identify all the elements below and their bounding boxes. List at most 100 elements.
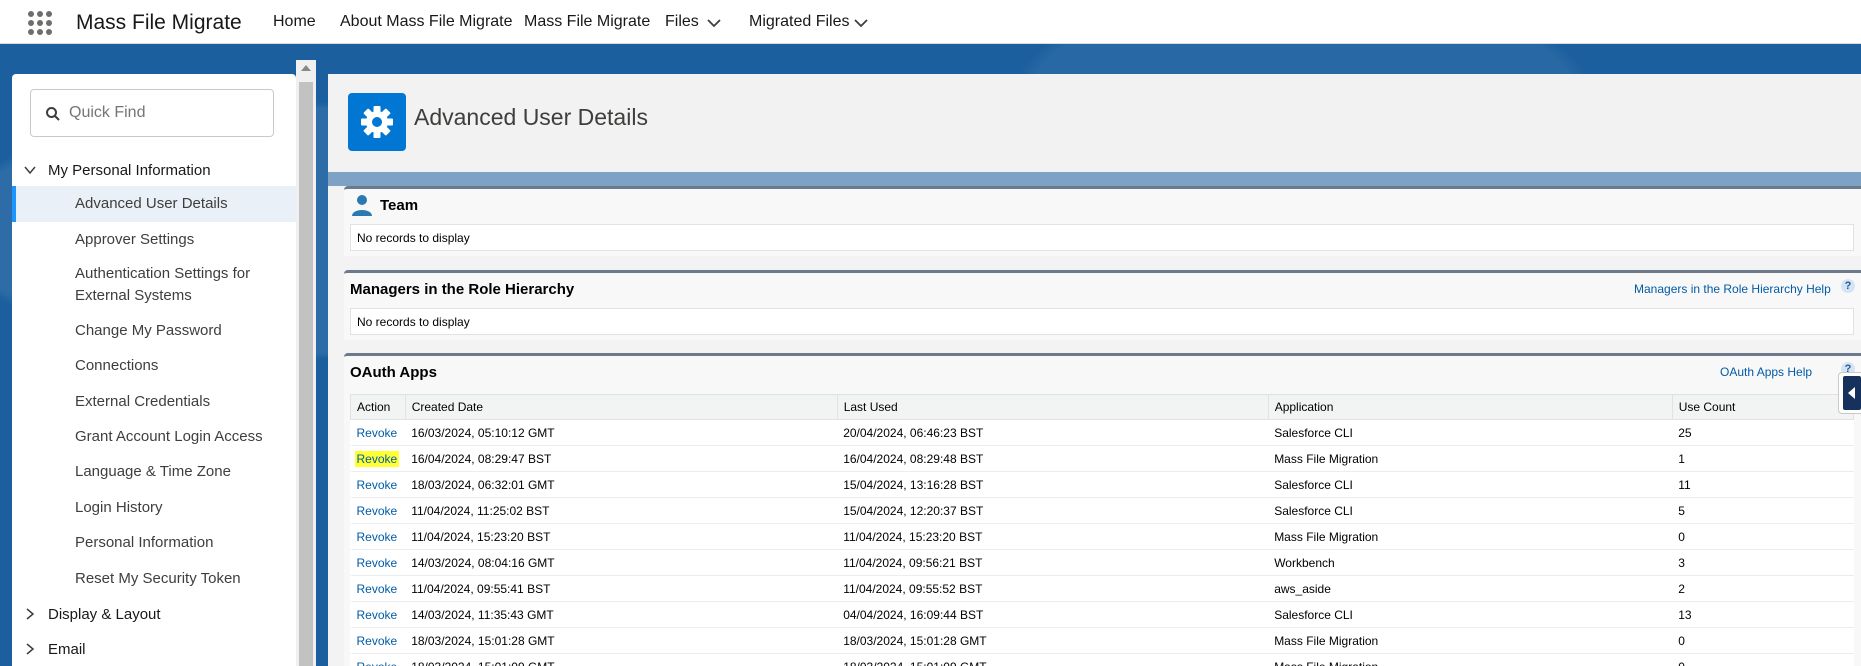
column-header-last-used: Last Used [836,394,1269,420]
sidebar-item-advanced-user-details[interactable]: Advanced User Details [75,193,275,215]
revoke-link-text[interactable]: Revoke [357,426,398,440]
use-count-cell: 11 [1672,471,1854,498]
column-header-use-count: Use Count [1671,394,1855,420]
last-used-cell: 15/04/2024, 13:16:28 BST [837,471,1269,498]
section-email[interactable]: Email [12,637,296,663]
table-row: Revoke 14/03/2024, 08:04:16 GMT 11/04/2024… [350,549,1854,576]
sidebar-item-login-history[interactable]: Login History [75,497,275,519]
use-count-cell: 0 [1672,627,1854,654]
global-header: Mass File Migrate Home About Mass File M… [0,0,1861,44]
column-header-action: Action [350,394,406,420]
revoke-link[interactable]: Revoke [350,523,406,550]
last-used-cell: 04/04/2024, 16:09:44 BST [837,601,1269,628]
managers-title: Managers in the Role Hierarchy [350,281,575,298]
sidebar-item-language-time-zone[interactable]: Language & Time Zone [75,461,275,483]
oauth-help-link[interactable]: OAuth Apps Help [1720,365,1812,379]
created-date-cell: 11/04/2024, 11:25:02 BST [405,497,838,524]
revoke-link-text[interactable]: Revoke [357,608,398,622]
application-cell: Mass File Migration [1268,445,1673,472]
revoke-link-text[interactable]: Revoke [357,556,398,570]
chevron-down-icon[interactable] [706,15,722,31]
team-empty-message: No records to display [350,224,1854,251]
sidebar-scrollbar[interactable] [296,60,316,666]
table-row: Revoke 18/03/2024, 15:01:28 GMT 18/03/2024… [350,627,1854,654]
app-name: Mass File Migrate [76,11,242,34]
created-date-cell: 11/04/2024, 15:23:20 BST [405,523,838,550]
sidebar-item-authentication-settings[interactable]: Authentication Settings for External Sys… [75,263,275,307]
sidebar-item-external-credentials[interactable]: External Credentials [75,391,275,413]
revoke-link[interactable]: Revoke [350,549,406,576]
last-used-cell: 15/04/2024, 12:20:37 BST [837,497,1269,524]
search-icon [46,107,60,121]
main-content: Advanced User Details Team No records to… [328,74,1861,666]
section-display-layout[interactable]: Display & Layout [12,602,296,628]
column-header-application: Application [1267,394,1673,420]
gear-icon [348,93,406,151]
revoke-link[interactable]: Revoke [350,601,406,628]
table-row: Revoke 11/04/2024, 09:55:41 BST 11/04/2024… [350,575,1854,602]
last-used-cell: 11/04/2024, 15:23:20 BST [837,523,1269,550]
chevron-right-icon [26,608,35,620]
created-date-cell: 11/04/2024, 09:55:41 BST [405,575,838,602]
managers-section: Managers in the Role Hierarchy Managers … [344,270,1861,340]
revoke-link[interactable]: Revoke [350,497,406,524]
section-my-personal-information[interactable]: My Personal Information [12,158,296,184]
sidebar-item-change-password[interactable]: Change My Password [75,320,275,342]
quick-find-input[interactable] [69,104,259,122]
use-count-cell: 5 [1672,497,1854,524]
use-count-cell: 13 [1672,601,1854,628]
revoke-link[interactable]: Revoke [350,445,406,472]
use-count-cell: 0 [1672,523,1854,550]
revoke-link-text[interactable]: Revoke [357,634,398,648]
person-icon [352,195,372,216]
nav-tab-migrated-files[interactable]: Migrated Files [749,13,849,31]
use-count-cell: 0 [1672,653,1854,666]
table-header-row: Action Created Date Last Used Applicatio… [350,394,1855,420]
application-cell: aws_aside [1268,575,1673,602]
application-cell: Mass File Migration [1268,653,1673,666]
column-header-created-date: Created Date [404,394,838,420]
chevron-right-icon [26,643,35,655]
sidebar-item-reset-security-token[interactable]: Reset My Security Token [75,568,275,590]
scroll-up-arrow-icon[interactable] [301,65,311,71]
revoke-link[interactable]: Revoke [350,575,406,602]
sidebar-item-connections[interactable]: Connections [75,355,275,377]
nav-tab-mass-file-migrate[interactable]: Mass File Migrate [524,13,650,31]
sidebar-item-personal-information[interactable]: Personal Information [75,532,275,554]
nav-tab-home[interactable]: Home [273,13,316,31]
table-row: Revoke 11/04/2024, 15:23:20 BST 11/04/2024… [350,523,1854,550]
scrollbar-thumb[interactable] [299,82,313,666]
chevron-down-icon[interactable] [853,15,869,31]
revoke-link-text[interactable]: Revoke [357,660,398,666]
table-row: Revoke 18/03/2024, 06:32:01 GMT 15/04/2024… [350,471,1854,498]
chevron-down-icon [24,166,36,175]
sidebar-item-approver-settings[interactable]: Approver Settings [75,229,275,251]
created-date-cell: 16/04/2024, 08:29:47 BST [405,445,838,472]
revoke-link[interactable]: Revoke [350,653,406,666]
oauth-apps-table: Action Created Date Last Used Applicatio… [350,394,1855,666]
revoke-link-text[interactable]: Revoke [354,450,400,467]
last-used-cell: 11/04/2024, 09:56:21 BST [837,549,1269,576]
sidebar-item-grant-login-access[interactable]: Grant Account Login Access [75,426,275,448]
revoke-link[interactable]: Revoke [350,419,406,446]
section-label: Email [48,641,86,658]
section-label: My Personal Information [48,162,211,179]
help-icon[interactable]: ? [1841,279,1855,293]
application-cell: Salesforce CLI [1268,601,1673,628]
use-count-cell: 25 [1672,419,1854,446]
application-cell: Mass File Migration [1268,627,1673,654]
application-cell: Workbench [1268,549,1673,576]
use-count-cell: 3 [1672,549,1854,576]
revoke-link-text[interactable]: Revoke [357,504,398,518]
revoke-link-text[interactable]: Revoke [357,530,398,544]
app-launcher-icon[interactable] [28,11,52,35]
nav-tab-files[interactable]: Files [665,13,699,31]
managers-help-link[interactable]: Managers in the Role Hierarchy Help [1634,282,1831,296]
revoke-link-text[interactable]: Revoke [357,478,398,492]
revoke-link[interactable]: Revoke [350,627,406,654]
collapse-panel-button[interactable] [1838,372,1861,414]
nav-tab-about[interactable]: About Mass File Migrate [340,13,513,31]
revoke-link[interactable]: Revoke [350,471,406,498]
quick-find-box[interactable] [30,89,274,137]
revoke-link-text[interactable]: Revoke [357,582,398,596]
